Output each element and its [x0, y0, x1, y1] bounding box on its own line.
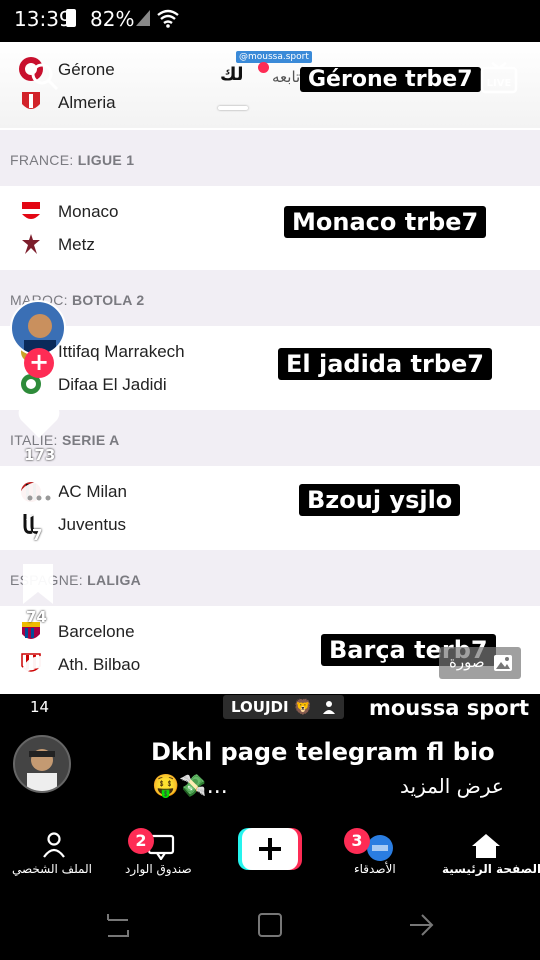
person-icon: [322, 701, 335, 714]
bookmark-icon[interactable]: [20, 562, 56, 606]
caption-overlay: El jadida trbe7: [278, 348, 492, 380]
watermark-handle: @moussa.sport: [236, 51, 312, 63]
match-row: AC Milan Juventus Bzouj ysjlo: [0, 466, 540, 548]
plus-icon: [259, 838, 281, 860]
inbox-badge: 2: [128, 828, 154, 854]
match-row: Ittifaq Marrakech Difaa El Jadidi El jad…: [0, 326, 540, 408]
team-away-name: Metz: [58, 235, 95, 254]
bottom-nav: الملف الشخصي 2 صندوق الوارد 3 الأصدقاء ا…: [0, 822, 540, 886]
create-button[interactable]: [238, 828, 302, 870]
status-bar: 13:39 82%: [0, 0, 540, 42]
system-nav-bar: [0, 886, 540, 960]
like-heart-icon[interactable]: [16, 398, 62, 440]
nav-friends-label: الأصدقاء: [354, 862, 396, 876]
friends-avatar-icon: [367, 835, 393, 861]
home-system-icon[interactable]: [256, 912, 284, 938]
metz-crest-icon: [22, 234, 40, 254]
status-time: 13:39: [14, 7, 72, 31]
league-header: ITALIE: SERIE A: [0, 410, 540, 466]
following-dot: [258, 62, 269, 73]
team-home-name: Ittifaq Marrakech: [58, 342, 185, 361]
league-country: FRANCE:: [10, 152, 74, 168]
creator-username[interactable]: moussa sport: [369, 696, 529, 720]
video-description: Dkhl page telegram fl bio: [151, 738, 495, 766]
back-icon[interactable]: [408, 912, 436, 938]
video-info-bar: 14 LOUJDI 🦁 moussa sport Dkhl page teleg…: [0, 694, 540, 822]
league-header: MAROC: BOTOLA 2: [0, 270, 540, 326]
see-more-link[interactable]: عرض المزيد: [400, 774, 504, 798]
home-icon: [472, 834, 500, 858]
team-home-name: AC Milan: [58, 482, 127, 501]
nav-home[interactable]: الصفحة الرئيسية: [436, 822, 540, 886]
video-player[interactable]: Gérone Almeria @moussa.sport لك أتابعه G…: [0, 42, 540, 694]
image-icon: [494, 655, 512, 671]
photo-mode-chip[interactable]: صورة: [439, 647, 521, 679]
comment-icon[interactable]: [16, 478, 62, 522]
caption-overlay: Bzouj ysjlo: [299, 484, 461, 516]
league-name: LALIGA: [87, 572, 142, 588]
description-emojis: 🤑💸...: [152, 774, 228, 799]
signal-icon: [136, 10, 150, 26]
share-arrow-icon[interactable]: [18, 642, 60, 682]
team-away-name: Difaa El Jadidi: [58, 375, 167, 394]
friends-badge: 3: [344, 828, 370, 854]
team-home-name: Barcelone: [58, 622, 135, 641]
almeria-crest-icon: [22, 92, 40, 109]
match-row: Monaco Metz Monaco trbe7: [0, 186, 540, 268]
creator-tag[interactable]: LOUJDI 🦁: [223, 695, 344, 719]
search-icon[interactable]: [30, 62, 60, 92]
sound-avatar-image: [27, 749, 57, 791]
league-header: FRANCE: LIGUE 1: [0, 130, 540, 186]
battery-icon: [66, 9, 76, 27]
league-name: SERIE A: [61, 432, 120, 448]
team-away-name: Almeria: [58, 93, 116, 112]
wifi-icon: [157, 9, 179, 28]
nav-profile-label: الملف الشخصي: [12, 862, 92, 876]
creator-tag-label: LOUJDI 🦁: [231, 698, 313, 716]
caption-overlay: Gérone trbe7: [300, 67, 481, 92]
sound-avatar[interactable]: [13, 735, 71, 793]
monaco-crest-icon: [22, 202, 40, 219]
follow-plus-button[interactable]: +: [24, 348, 54, 378]
tab-indicator: [218, 106, 248, 110]
team-away-name: Juventus: [58, 515, 127, 534]
team-home-name: Gérone: [58, 60, 115, 79]
team-away-name: Ath. Bilbao: [58, 655, 141, 674]
league-name: LIGUE 1: [77, 152, 135, 168]
comment-count: 7: [32, 526, 43, 544]
views-count: 14: [30, 698, 50, 716]
recents-icon[interactable]: [104, 912, 132, 938]
nav-profile[interactable]: الملف الشخصي: [0, 822, 110, 886]
caption-overlay: Monaco trbe7: [284, 206, 487, 238]
team-home-name: Monaco: [58, 202, 119, 221]
photo-mode-label: صورة: [449, 653, 485, 671]
nav-inbox-label: صندوق الوارد: [125, 862, 192, 876]
like-count: 173: [24, 446, 56, 464]
nav-friends[interactable]: 3 الأصدقاء: [340, 822, 420, 886]
tab-for-you[interactable]: لك: [220, 64, 244, 85]
profile-icon: [43, 832, 65, 858]
svg-text:LIVE: LIVE: [487, 78, 512, 89]
nav-home-label: الصفحة الرئيسية: [442, 862, 540, 876]
live-icon[interactable]: LIVE: [480, 62, 518, 96]
league-name: BOTOLA 2: [72, 292, 145, 308]
save-count: 74: [26, 608, 47, 626]
nav-inbox[interactable]: 2 صندوق الوارد: [115, 822, 205, 886]
battery-level: 82%: [90, 7, 135, 31]
league-header: ESPAGNE: LALIGA: [0, 550, 540, 606]
